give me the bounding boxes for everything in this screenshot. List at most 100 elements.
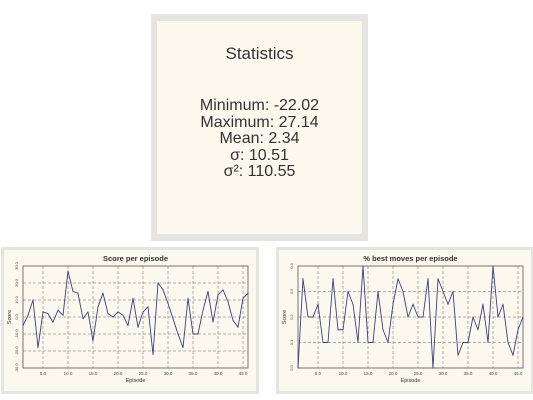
statistics-values: Minimum: -22.02 Maximum: 27.14 Mean: 2.3… [157, 97, 362, 181]
data-point [97, 306, 99, 308]
data-point [212, 321, 214, 323]
data-point [157, 282, 159, 284]
data-point [337, 329, 339, 331]
statistics-frame: Statistics Minimum: -22.02 Maximum: 27.1… [151, 14, 368, 241]
data-point [167, 302, 169, 304]
data-point [447, 303, 449, 305]
data-point [202, 309, 204, 311]
data-point [477, 329, 479, 331]
score-chart-frame: Score per episode -30.0 -20.0 -10.0 0.0 10.0 2… [1, 247, 259, 394]
y-tick-label: -30.0 [14, 363, 19, 373]
y-axis-label: Score [7, 310, 13, 324]
data-point [487, 342, 489, 343]
y-tick-label: 0.3 [289, 288, 294, 294]
x-tick-label: 15.0 [364, 371, 373, 376]
x-tick-label: 40.0 [214, 371, 223, 376]
data-point [102, 292, 104, 294]
data-point [357, 342, 359, 343]
x-tick-label: 25.0 [139, 371, 148, 376]
x-tick-label: 25.0 [414, 371, 423, 376]
x-tick-label: 35.0 [464, 371, 473, 376]
data-point [457, 354, 459, 356]
x-tick-label: 30.0 [164, 371, 173, 376]
data-point [177, 333, 179, 335]
data-point [152, 353, 154, 355]
data-point [522, 316, 524, 318]
x-tick-label: 10.0 [339, 371, 348, 376]
x-tick-label: 5.0 [315, 371, 322, 376]
data-point [42, 311, 44, 313]
x-tick-label: 35.0 [189, 371, 198, 376]
data-point [162, 289, 164, 291]
data-point [107, 313, 109, 315]
data-point [437, 278, 439, 280]
data-point [137, 326, 139, 328]
data-point [67, 270, 69, 272]
y-tick-label: 10.0 [14, 295, 19, 304]
data-point [407, 316, 409, 318]
data-point [512, 354, 514, 356]
data-point [492, 265, 494, 267]
data-point [412, 303, 414, 305]
data-point [382, 329, 384, 331]
data-point [22, 325, 24, 326]
data-point [92, 340, 94, 342]
y-tick-label: 0.1 [289, 339, 294, 345]
data-point [432, 367, 434, 369]
x-tick-label: 45.0 [239, 371, 248, 376]
data-point [147, 306, 149, 308]
data-point [317, 303, 319, 305]
data-point [327, 342, 329, 343]
data-point [397, 278, 399, 280]
data-point [422, 316, 424, 318]
data-point [387, 342, 389, 343]
data-point [377, 291, 379, 292]
data-point [312, 316, 314, 318]
data-point [77, 292, 79, 294]
y-tick-label: -20.0 [14, 346, 19, 356]
y-tick-label: 0.0 [14, 313, 19, 319]
data-point [142, 311, 144, 313]
chart-title: % best moves per episode [363, 254, 457, 263]
data-point [417, 316, 419, 318]
data-point [372, 342, 374, 343]
data-point [37, 347, 39, 349]
data-point [347, 291, 349, 292]
data-point [222, 289, 224, 291]
x-tick-label: 45.0 [514, 371, 523, 376]
x-tick-label: 10.0 [64, 371, 73, 376]
score-per-episode-chart: Score per episode -30.0 -20.0 -10.0 0.0 10.0 2… [4, 250, 256, 391]
x-tick-label: 15.0 [89, 371, 98, 376]
y-tick-label: -10.0 [14, 329, 19, 339]
data-point [427, 278, 429, 280]
data-point [197, 333, 199, 335]
statistics-title: Statistics [225, 44, 294, 63]
data-point [362, 265, 364, 267]
data-point [367, 342, 369, 343]
data-point [352, 303, 354, 305]
y-tick-label: 30.0 [14, 261, 19, 270]
data-point [497, 316, 499, 318]
data-point [82, 318, 84, 320]
data-point [392, 303, 394, 305]
data-point [232, 319, 234, 321]
x-tick-label: 40.0 [489, 371, 498, 376]
data-point [127, 325, 129, 326]
data-point [27, 314, 29, 316]
data-point [87, 311, 89, 313]
data-point [322, 342, 324, 343]
statistics-panel: Statistics Minimum: -22.02 Maximum: 27.1… [157, 21, 362, 234]
x-tick-label: 30.0 [439, 371, 448, 376]
data-point [52, 321, 54, 323]
y-tick-label: 20.0 [14, 278, 19, 287]
data-point [342, 329, 344, 331]
x-tick-label: 20.0 [114, 371, 123, 376]
data-point [472, 316, 474, 318]
y-tick-label: 0.4 [289, 262, 294, 268]
y-tick-label: 0.2 [289, 313, 294, 319]
data-point [32, 299, 34, 301]
data-point [482, 303, 484, 305]
data-point [237, 326, 239, 328]
data-point [502, 303, 504, 305]
stat-minimum: Minimum: -22.02 [199, 97, 320, 114]
